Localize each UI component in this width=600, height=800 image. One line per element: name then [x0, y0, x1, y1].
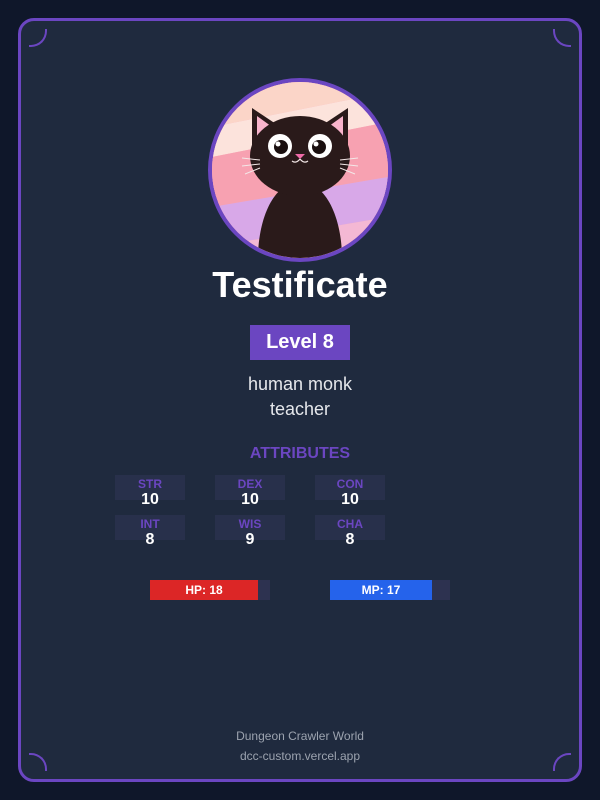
character-name: Testificate	[212, 264, 388, 305]
attribute-label: INT	[140, 517, 160, 531]
mp-label: MP: 17	[361, 583, 401, 597]
attribute-wis: WIS 9	[215, 515, 285, 551]
black-cat-icon	[212, 82, 388, 258]
attributes-heading: ATTRIBUTES	[249, 445, 351, 462]
attribute-value: 8	[345, 531, 355, 548]
attribute-dex: DEX 10	[215, 475, 285, 511]
mp-bar: MP: 17	[330, 580, 450, 600]
attribute-int: INT 8	[115, 515, 185, 551]
hp-bar: HP: 18	[150, 580, 270, 600]
attribute-value: 10	[341, 491, 359, 508]
attribute-value: 8	[145, 531, 155, 548]
attribute-value: 9	[245, 531, 255, 548]
attribute-label: CHA	[337, 517, 363, 531]
attribute-con: CON 10	[315, 475, 385, 511]
footer-site-name: Dungeon Crawler World	[236, 729, 364, 743]
attribute-str: STR 10	[115, 475, 185, 511]
race-class-text: human monk	[247, 374, 353, 394]
level-badge: Level 8	[250, 325, 350, 360]
character-avatar	[208, 78, 392, 262]
hp-label: HP: 18	[185, 583, 223, 597]
attribute-value: 10	[241, 491, 259, 508]
attribute-label: CON	[336, 477, 364, 491]
footer-url[interactable]: dcc-custom.vercel.app	[0, 749, 600, 763]
background-text: teacher	[269, 399, 331, 419]
attribute-label: WIS	[238, 517, 262, 531]
attribute-value: 10	[141, 491, 159, 508]
attribute-label: DEX	[237, 477, 263, 491]
attribute-cha: CHA 8	[315, 515, 385, 551]
attribute-label: STR	[138, 477, 162, 491]
